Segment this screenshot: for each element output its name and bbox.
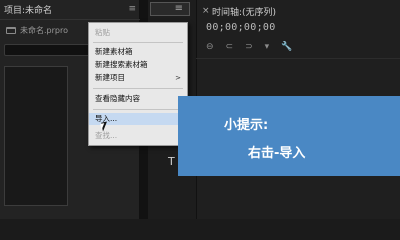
close-icon[interactable]: ×	[202, 6, 210, 16]
project-panel-header: 项目:未命名 ≡	[0, 0, 140, 20]
timeline-toolbar: ⊖ ⊂ ⊃ ▾ 🔧	[206, 42, 292, 52]
chevron-right-icon: >	[175, 74, 181, 82]
menu-item-paste[interactable]: 粘贴	[89, 27, 187, 39]
menu-separator	[93, 42, 183, 43]
menu-item-new-item[interactable]: 新建项目 >	[89, 72, 187, 84]
folder-icon	[6, 26, 16, 34]
project-panel-title: 项目:未命名	[4, 6, 53, 16]
menu-item-find[interactable]: 查找...	[89, 130, 187, 142]
menu-separator	[93, 109, 183, 110]
marker-icon[interactable]: ▾	[265, 42, 270, 52]
menu-item-view-hidden[interactable]: 查看隐藏内容	[89, 93, 187, 105]
menu-item-new-bin[interactable]: 新建素材箱	[89, 46, 187, 58]
project-file-name: 未命名.prpro	[20, 25, 68, 35]
in-point-icon[interactable]: ⊃	[245, 42, 253, 52]
menu-item-new-search-bin[interactable]: 新建搜索素材箱	[89, 59, 187, 71]
source-strip-header[interactable]: ≡	[150, 2, 190, 16]
tip-title: 小提示:	[224, 118, 269, 133]
wrench-icon[interactable]: 🔧	[281, 42, 292, 52]
text-tool-letter: T	[168, 155, 175, 168]
project-list-area[interactable]	[4, 66, 68, 206]
timeline-timecode[interactable]: 00;00;00;00	[206, 22, 276, 33]
tip-body: 右击-导入	[248, 146, 306, 161]
timeline-title: 时间轴:(无序列)	[212, 8, 277, 18]
linked-selection-icon[interactable]: ⊂	[226, 42, 234, 52]
tip-overlay: 小提示: 右击-导入	[178, 96, 400, 176]
snap-icon[interactable]: ⊖	[206, 42, 214, 52]
menu-item-new-item-label: 新建项目	[95, 73, 125, 82]
timeline-divider	[196, 58, 400, 59]
panel-menu-icon[interactable]: ≡	[175, 3, 183, 14]
panel-menu-icon[interactable]: ≡	[128, 4, 136, 14]
menu-separator	[93, 88, 183, 89]
